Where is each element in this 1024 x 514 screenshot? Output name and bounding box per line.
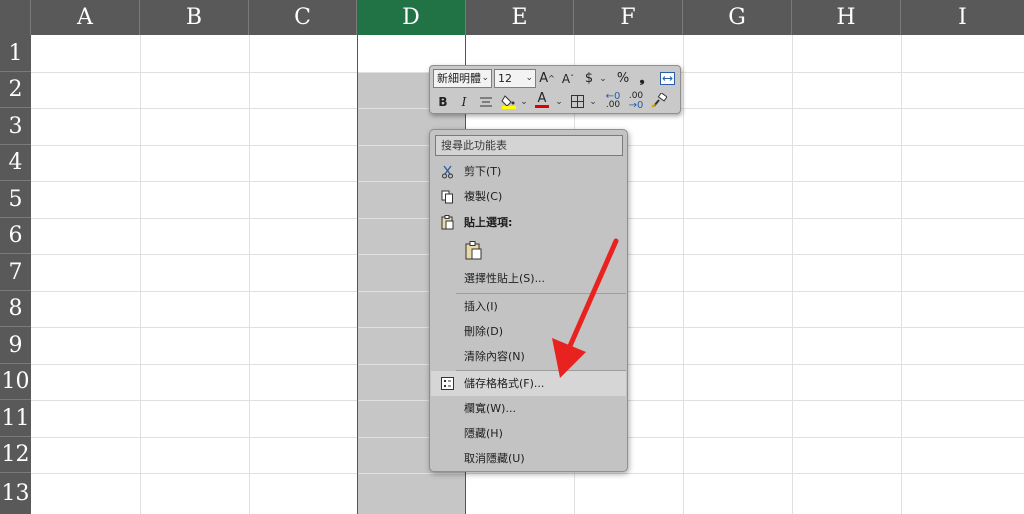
align-center-button[interactable] [478,92,494,111]
row-header-1[interactable]: 1 [0,35,31,72]
scissors-icon [440,164,455,179]
select-all-corner[interactable] [0,0,31,35]
menu-item-paste-options: 貼上選項: [431,210,626,235]
row-header-13[interactable]: 13 [0,473,31,514]
align-center-icon [480,97,492,106]
column-header-c[interactable]: C [249,0,357,35]
chevron-down-icon: ⌄ [481,73,489,83]
chevron-down-icon[interactable]: ⌄ [589,92,597,111]
format-cells-icon [440,376,455,391]
decrease-font-icon: A [561,71,571,86]
menu-item-unhide[interactable]: 取消隱藏(U) [431,446,626,471]
mini-toolbar: 新細明體 ⌄ 12 ⌄ A ^ Aˇ $ ⌄ % ❟ B I ⌄ A ⌄ ⌄ ←… [429,65,681,114]
menu-item-hide[interactable]: 隱藏(H) [431,421,626,446]
menu-item-label: 貼上選項: [464,216,513,229]
font-color-swatch [535,104,549,108]
column-header-h[interactable]: H [792,0,901,35]
menu-item-label: 儲存格格式(F)... [464,377,545,390]
column-header-i[interactable]: I [901,0,1024,35]
menu-item-label: 清除內容(N) [464,350,525,363]
chevron-down-icon: ⌄ [525,73,533,83]
gridline [683,35,684,514]
column-header-e[interactable]: E [466,0,574,35]
row-header-6[interactable]: 6 [0,218,31,254]
font-size-combo[interactable]: 12 ⌄ [494,69,536,88]
copy-icon [440,189,455,204]
increase-font-icon: A [539,71,549,86]
currency-icon: $ [584,71,594,86]
comma-style-button[interactable]: ❟ [636,69,648,88]
font-name-combo[interactable]: 新細明體 ⌄ [433,69,492,88]
font-name-value: 新細明體 [437,72,481,85]
fill-bucket-icon [501,94,516,109]
percent-style-button[interactable]: % [616,69,630,88]
bold-icon: B [438,94,448,109]
chevron-down-icon[interactable]: ⌄ [599,69,607,88]
row-header-4[interactable]: 4 [0,145,31,181]
column-header-b[interactable]: B [140,0,249,35]
fill-color-button[interactable] [500,91,518,110]
menu-item-copy[interactable]: 複製(C) [431,184,626,209]
paste-icon [440,215,455,230]
menu-item-label: 刪除(D) [464,325,504,338]
menu-search-input[interactable]: 搜尋此功能表 [435,135,623,156]
borders-button[interactable] [569,92,585,111]
chevron-down-icon[interactable]: ⌄ [555,92,563,111]
italic-icon: I [461,94,467,109]
row-header-11[interactable]: 11 [0,400,31,437]
row-header-5[interactable]: 5 [0,181,31,218]
merge-center-button[interactable] [659,70,676,87]
gridline [792,35,793,514]
menu-item-label: 取消隱藏(U) [464,452,525,465]
font-color-icon: A [537,90,547,106]
menu-item-label: 隱藏(H) [464,427,503,440]
gridline [31,473,1024,474]
row-header-12[interactable]: 12 [0,437,31,473]
menu-item-label: 選擇性貼上(S)... [464,272,546,285]
menu-item-label: 剪下(T) [464,165,502,178]
decrease-decimal-button[interactable]: .00 →0 [627,91,645,110]
borders-icon [570,95,584,108]
currency-format-button[interactable]: $ [583,69,595,88]
paste-clipboard-icon [465,240,481,259]
menu-item-label: 插入(I) [464,300,498,313]
column-header-f[interactable]: F [574,0,683,35]
gridline [249,35,250,514]
row-header-7[interactable]: 7 [0,254,31,291]
menu-item-cut[interactable]: 剪下(T) [431,159,626,184]
increase-decimal-icon: .00 [605,99,621,110]
paste-button[interactable] [463,240,483,260]
row-header-2[interactable]: 2 [0,72,31,108]
gridline [901,35,902,514]
font-color-button[interactable]: A [534,90,550,109]
percent-icon: % [616,71,630,86]
merge-center-icon [660,72,675,85]
menu-item-label: 複製(C) [464,190,503,203]
italic-button[interactable]: I [458,92,470,111]
format-painter-button[interactable] [650,91,668,110]
red-arrow-annotation [552,238,619,378]
row-header-8[interactable]: 8 [0,291,31,327]
increase-decimal-button[interactable]: ←0 .00 [604,91,622,110]
decrease-font-size-button[interactable]: Aˇ [560,69,576,88]
chevron-down-icon[interactable]: ⌄ [520,92,528,111]
menu-item-column-width[interactable]: 欄寬(W)... [431,396,626,421]
increase-font-size-button[interactable]: A ^ [539,69,555,88]
comma-icon: ❟ [639,71,645,86]
menu-item-label: 欄寬(W)... [464,402,516,415]
format-painter-icon [651,93,667,108]
font-size-value: 12 [498,72,512,85]
bold-button[interactable]: B [437,92,449,111]
gridline [140,35,141,514]
column-header-d[interactable]: D [357,0,466,35]
column-header-g[interactable]: G [683,0,792,35]
row-header-9[interactable]: 9 [0,327,31,364]
row-header-3[interactable]: 3 [0,108,31,145]
column-header-a[interactable]: A [31,0,140,35]
row-header-10[interactable]: 10 [0,364,31,400]
arrow-right-icon: →0 [628,99,644,111]
